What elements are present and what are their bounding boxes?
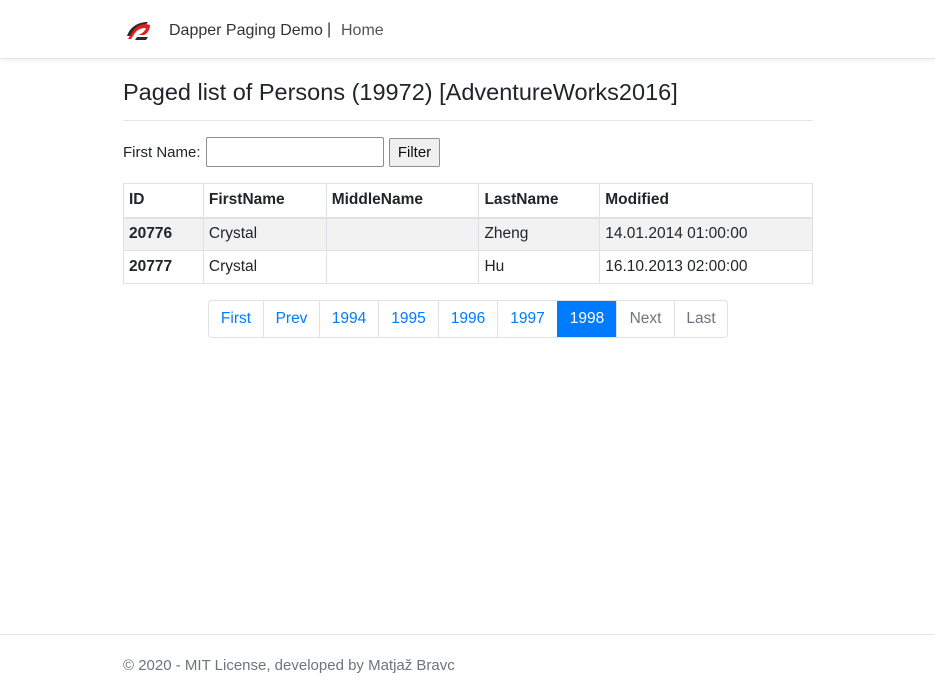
cell-modified: 16.10.2013 02:00:00 <box>599 250 813 284</box>
page-first-link[interactable]: First <box>209 301 263 337</box>
cell-modified: 14.01.2014 01:00:00 <box>599 217 813 251</box>
footer-copyright: © 2020 - MIT License, developed by Matja… <box>123 657 455 674</box>
nav-separator: | <box>327 21 332 38</box>
column-header-middlename: MiddleName <box>325 183 480 219</box>
nav-home-link[interactable]: Home <box>341 21 384 41</box>
cell-firstname: Crystal <box>202 217 327 251</box>
page-1998-current: 1998 <box>557 301 616 337</box>
table-header-row: ID FirstName MiddleName LastName Modifie… <box>123 183 813 219</box>
table-row: 20776 Crystal Zheng 14.01.2014 01:00:00 <box>123 217 813 251</box>
first-name-input[interactable] <box>206 137 384 167</box>
brand-link[interactable]: Dapper Paging Demo <box>169 21 323 41</box>
page-next-disabled: Next <box>616 301 674 337</box>
column-header-firstname: FirstName <box>202 183 327 219</box>
cell-middlename <box>325 250 480 284</box>
column-header-lastname: LastName <box>478 183 601 219</box>
cell-id: 20776 <box>123 217 204 251</box>
page-prev-link[interactable]: Prev <box>263 301 319 337</box>
first-name-label: First Name: <box>123 144 201 161</box>
page-last-disabled: Last <box>674 301 727 337</box>
persons-table: ID FirstName MiddleName LastName Modifie… <box>123 183 813 284</box>
navbar: Dapper Paging Demo | Home <box>0 0 935 59</box>
footer-divider <box>0 634 935 635</box>
page-1996-link[interactable]: 1996 <box>438 301 497 337</box>
table-row: 20777 Crystal Hu 16.10.2013 02:00:00 <box>123 250 813 284</box>
page-1995-link[interactable]: 1995 <box>378 301 438 337</box>
title-divider <box>123 120 813 121</box>
page-title: Paged list of Persons (19972) [Adventure… <box>123 79 678 105</box>
cell-lastname: Hu <box>478 250 601 284</box>
column-header-id: ID <box>123 183 204 219</box>
cell-id: 20777 <box>123 250 204 284</box>
filter-button[interactable]: Filter <box>389 138 440 167</box>
cell-firstname: Crystal <box>202 250 327 284</box>
page-1994-link[interactable]: 1994 <box>319 301 378 337</box>
page-1997-link[interactable]: 1997 <box>497 301 557 337</box>
column-header-modified: Modified <box>599 183 813 219</box>
cell-lastname: Zheng <box>478 217 601 251</box>
cell-middlename <box>325 217 480 251</box>
dapper-logo-icon[interactable] <box>124 19 152 41</box>
pagination: First Prev 1994 1995 1996 1997 1998 Next… <box>208 300 728 338</box>
